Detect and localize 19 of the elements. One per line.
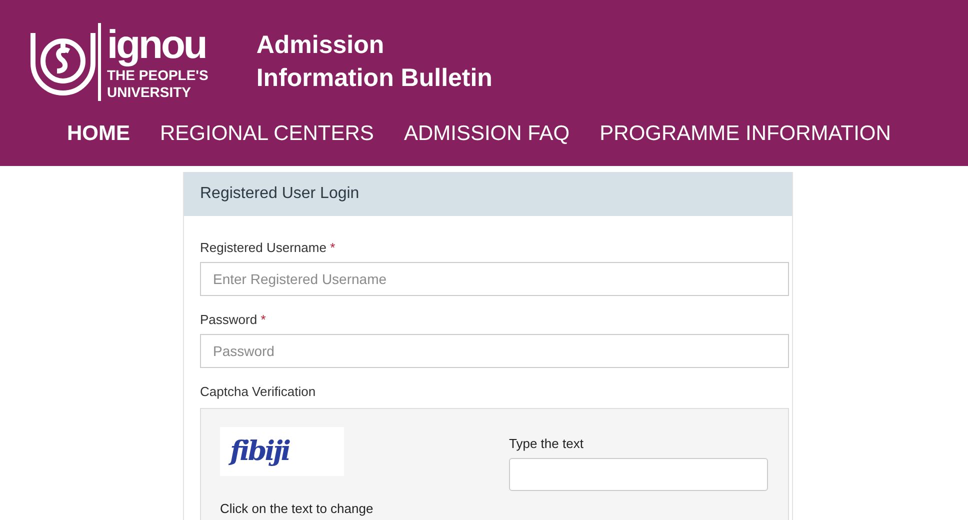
captcha-image[interactable]: fibiji	[220, 427, 344, 476]
captcha-hint: Click on the text to change	[220, 501, 374, 516]
field-label: Password *	[200, 312, 267, 327]
nav-link[interactable]: ADMISSION FAQ	[404, 122, 570, 146]
site-title: Admission	[256, 30, 386, 61]
nav-link[interactable]: HOME	[67, 122, 130, 146]
card-title: Registered User Login	[184, 172, 792, 216]
captcha-label: Captcha Verification	[200, 384, 317, 399]
logo-wordmark: ignou	[107, 23, 207, 67]
captcha-input-label: Type the text	[509, 436, 584, 451]
site-subtitle: Information Bulletin	[256, 63, 492, 94]
input-field[interactable]: Enter Registered Username	[200, 262, 789, 296]
field-label: Registered Username *	[200, 240, 336, 255]
logo-tagline: UNIVERSITY	[107, 84, 192, 101]
nav-link[interactable]: REGIONAL CENTERS	[160, 122, 374, 146]
nav-link[interactable]: PROGRAMME INFORMATION	[600, 122, 891, 146]
input-field[interactable]: Password	[200, 334, 789, 368]
logo-tagline: THE PEOPLE'S	[107, 67, 208, 84]
captcha-input-field[interactable]	[509, 458, 768, 491]
